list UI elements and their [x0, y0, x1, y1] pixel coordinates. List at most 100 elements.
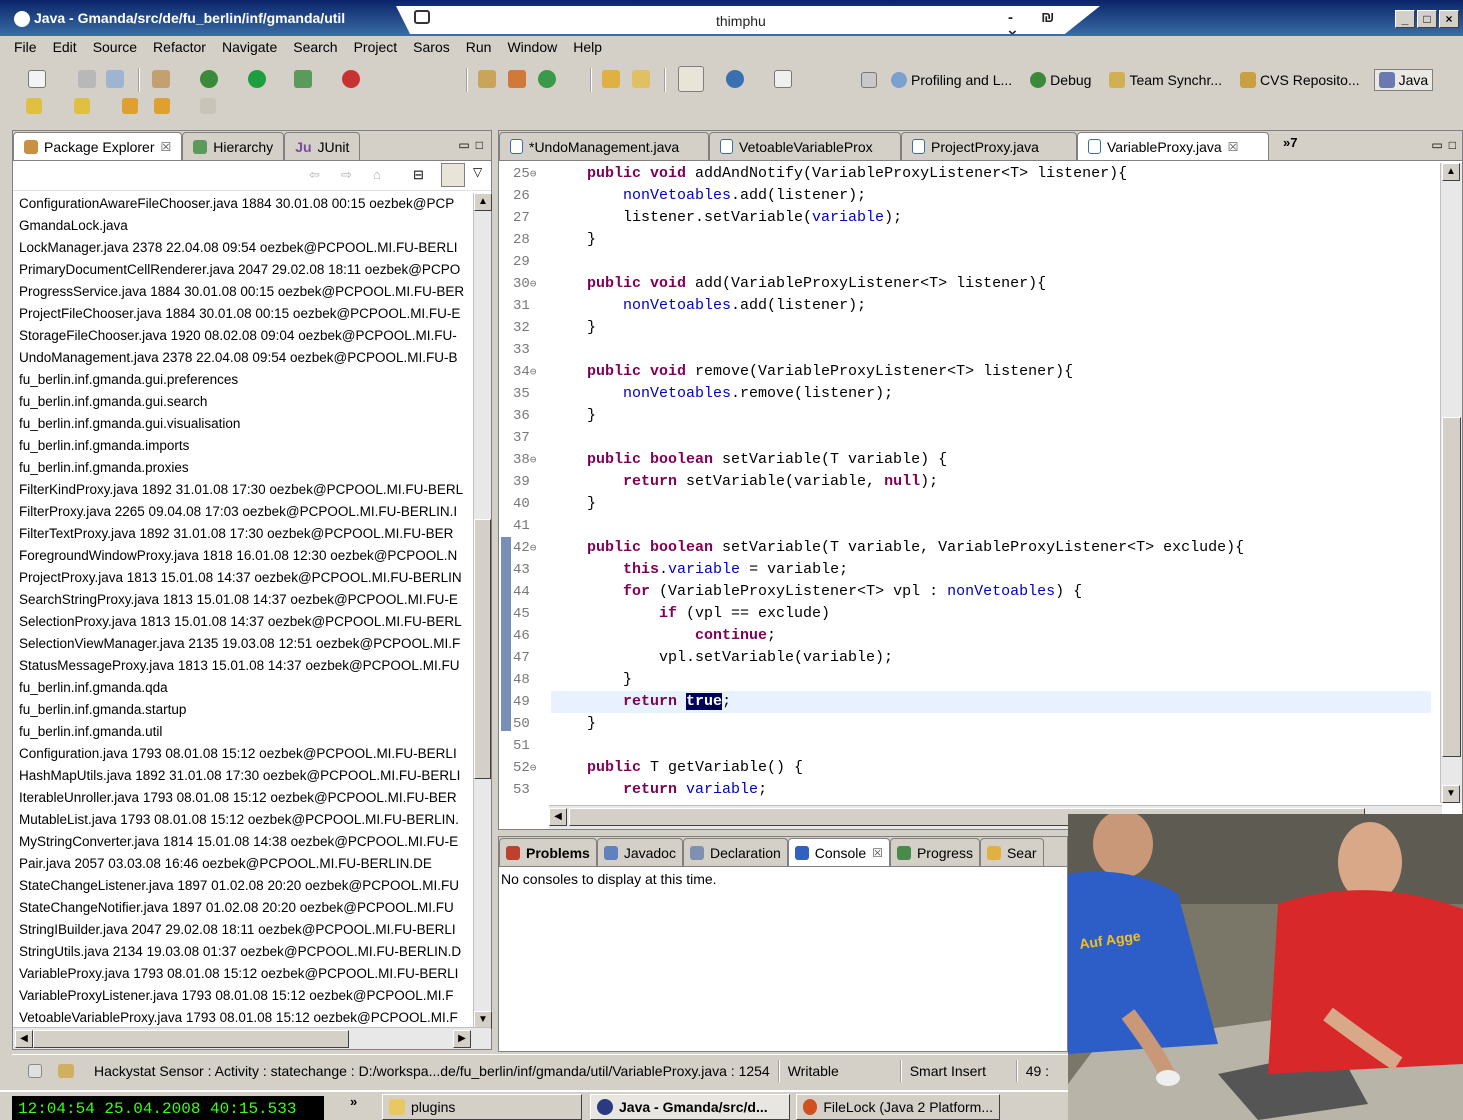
tab-undomanagement[interactable]: *UndoManagement.java — [499, 132, 709, 160]
open-perspective-icon[interactable] — [861, 72, 877, 88]
minimize-view-icon[interactable]: ▭ — [458, 138, 469, 152]
tree-item[interactable]: SelectionProxy.java 1813 15.01.08 14:37 … — [13, 611, 475, 633]
tab-vetoablevariableproxy[interactable]: VetoableVariableProx — [709, 132, 901, 160]
external-tools-icon[interactable] — [342, 70, 360, 88]
collapse-all-icon[interactable]: ⊟ — [413, 167, 424, 183]
fold-toggle-icon[interactable]: ⊖ — [530, 279, 537, 291]
scroll-thumb[interactable] — [33, 1030, 349, 1048]
scroll-left-button[interactable]: ◀ — [549, 808, 567, 826]
scroll-up-button[interactable]: ▲ — [1442, 163, 1460, 181]
new-class-icon[interactable] — [508, 70, 526, 88]
mark-occurrences-icon[interactable] — [678, 66, 704, 92]
tab-junit[interactable]: Ju JUnit — [284, 132, 361, 160]
tree-item[interactable]: fu_berlin.inf.gmanda.gui.visualisation — [13, 413, 475, 435]
search-icon[interactable] — [632, 70, 650, 88]
tree-item[interactable]: SelectionViewManager.java 2135 19.03.08 … — [13, 633, 475, 655]
taskbar-overflow-button[interactable]: » — [350, 1094, 357, 1109]
tree-item[interactable]: IterableUnroller.java 1793 08.01.08 15:1… — [13, 787, 475, 809]
tree-item[interactable]: FilterKindProxy.java 1892 31.01.08 17:30… — [13, 479, 475, 501]
menu-navigate[interactable]: Navigate — [222, 39, 277, 55]
tree-item[interactable]: HashMapUtils.java 1892 31.01.08 17:30 oe… — [13, 765, 475, 787]
tree-item[interactable]: SearchStringProxy.java 1813 15.01.08 14:… — [13, 589, 475, 611]
tree-item[interactable]: GmandaLock.java — [13, 215, 475, 237]
tree-item[interactable]: ProjectProxy.java 1813 15.01.08 14:37 oe… — [13, 567, 475, 589]
menu-window[interactable]: Window — [507, 39, 557, 55]
menu-source[interactable]: Source — [93, 39, 137, 55]
tree-item[interactable]: UndoManagement.java 2378 22.04.08 09:54 … — [13, 347, 475, 369]
maximize-view-icon[interactable]: □ — [1449, 138, 1456, 152]
tab-projectproxy[interactable]: ProjectProxy.java — [901, 132, 1077, 160]
fold-toggle-icon[interactable]: ⊖ — [530, 763, 537, 775]
tree-item[interactable]: FilterProxy.java 2265 09.04.08 17:03 oez… — [13, 501, 475, 523]
tree-item[interactable]: StateChangeListener.java 1897 01.02.08 2… — [13, 875, 475, 897]
close-tab-icon[interactable]: ☒ — [872, 846, 883, 860]
perspective-java[interactable]: Java — [1373, 69, 1434, 91]
menu-file[interactable]: File — [14, 39, 37, 55]
tree-item[interactable]: LockManager.java 2378 22.04.08 09:54 oez… — [13, 237, 475, 259]
menu-saros[interactable]: Saros — [413, 39, 450, 55]
tab-hierarchy[interactable]: Hierarchy — [182, 132, 285, 160]
tree-item[interactable]: VariableProxy.java 1793 08.01.08 15:12 o… — [13, 963, 475, 985]
tree-item[interactable]: PrimaryDocumentCellRenderer.java 2047 29… — [13, 259, 475, 281]
tree-item[interactable]: ProjectFileChooser.java 1884 30.01.08 00… — [13, 303, 475, 325]
minimize-button[interactable]: _ — [1395, 10, 1415, 28]
fast-view-icon[interactable] — [28, 1063, 42, 1078]
tab-declaration[interactable]: Declaration — [682, 838, 788, 866]
previous-annotation-icon[interactable] — [74, 98, 90, 114]
scroll-thumb[interactable] — [474, 519, 491, 779]
scroll-right-button[interactable]: ▶ — [453, 1030, 471, 1048]
tree-item[interactable]: MyStringConverter.java 1814 15.01.08 14:… — [13, 831, 475, 853]
coverage-icon[interactable] — [294, 70, 312, 88]
debug-icon[interactable] — [200, 70, 218, 88]
tree-item[interactable]: StateChangeNotifier.java 1897 01.02.08 2… — [13, 897, 475, 919]
fold-toggle-icon[interactable]: ⊖ — [530, 455, 537, 467]
tab-sear[interactable]: Sear — [979, 838, 1044, 866]
next-annotation-icon[interactable] — [26, 98, 42, 114]
fold-toggle-icon[interactable]: ⊖ — [530, 543, 537, 555]
run-icon[interactable] — [248, 70, 266, 88]
print-icon[interactable] — [106, 70, 124, 88]
tree-item[interactable]: Pair.java 2057 03.03.08 16:46 oezbek@PCP… — [13, 853, 475, 875]
perspective-profiling[interactable]: Profiling and L... — [887, 70, 1016, 90]
tree-item[interactable]: VariableProxyListener.java 1793 08.01.08… — [13, 985, 475, 1007]
tree-item[interactable]: fu_berlin.inf.gmanda.util — [13, 721, 475, 743]
new-icon[interactable] — [28, 70, 46, 88]
maximize-view-icon[interactable]: □ — [476, 138, 483, 152]
link-with-editor-icon[interactable] — [441, 163, 465, 187]
view-menu-icon[interactable]: ▽ — [473, 165, 482, 179]
scroll-down-button[interactable]: ▼ — [1442, 785, 1460, 803]
tree-item[interactable]: fu_berlin.inf.gmanda.gui.preferences — [13, 369, 475, 391]
scroll-up-button[interactable]: ▲ — [474, 193, 492, 211]
close-tab-icon[interactable]: ☒ — [1228, 140, 1239, 154]
minimize-view-icon[interactable]: ▭ — [1431, 138, 1442, 152]
open-type-icon[interactable] — [602, 70, 620, 88]
fold-toggle-icon[interactable]: ⊖ — [530, 169, 537, 181]
tab-console[interactable]: Console ☒ — [787, 838, 890, 866]
menu-search[interactable]: Search — [293, 39, 337, 55]
tree-item[interactable]: StatusMessageProxy.java 1813 15.01.08 14… — [13, 655, 475, 677]
perspective-cvs[interactable]: CVS Reposito... — [1236, 70, 1364, 90]
menu-project[interactable]: Project — [354, 39, 398, 55]
perspective-debug[interactable]: Debug — [1026, 70, 1095, 90]
tree-item[interactable]: VetoableVariableProxy.java 1793 08.01.08… — [13, 1007, 475, 1027]
tree-item[interactable]: fu_berlin.inf.gmanda.startup — [13, 699, 475, 721]
annotation-icon[interactable] — [774, 70, 792, 88]
tab-problems[interactable]: Problems — [499, 838, 597, 866]
globe-icon[interactable] — [726, 70, 744, 88]
tree-item[interactable]: ProgressService.java 1884 30.01.08 00:15… — [13, 281, 475, 303]
tab-package-explorer[interactable]: Package Explorer ☒ — [13, 132, 183, 160]
taskbar-item-browser[interactable]: FileLock (Java 2 Platform... — [796, 1094, 1000, 1120]
maximize-button[interactable]: □ — [1417, 10, 1437, 28]
tree-item[interactable]: MutableList.java 1793 08.01.08 15:12 oez… — [13, 809, 475, 831]
menu-edit[interactable]: Edit — [53, 39, 77, 55]
menu-run[interactable]: Run — [466, 39, 492, 55]
back-nav-icon[interactable]: ⇦ — [309, 167, 320, 183]
tree-item[interactable]: fu_berlin.inf.gmanda.qda — [13, 677, 475, 699]
forward-icon[interactable] — [200, 98, 216, 114]
new-package-icon[interactable] — [478, 70, 496, 88]
up-nav-icon[interactable]: ⌂ — [373, 167, 381, 182]
vertical-scrollbar[interactable]: ▲ ▼ — [473, 193, 492, 1029]
tree-item[interactable]: fu_berlin.inf.gmanda.proxies — [13, 457, 475, 479]
tree-item[interactable]: ForegroundWindowProxy.java 1818 16.01.08… — [13, 545, 475, 567]
save-icon[interactable] — [78, 70, 96, 88]
